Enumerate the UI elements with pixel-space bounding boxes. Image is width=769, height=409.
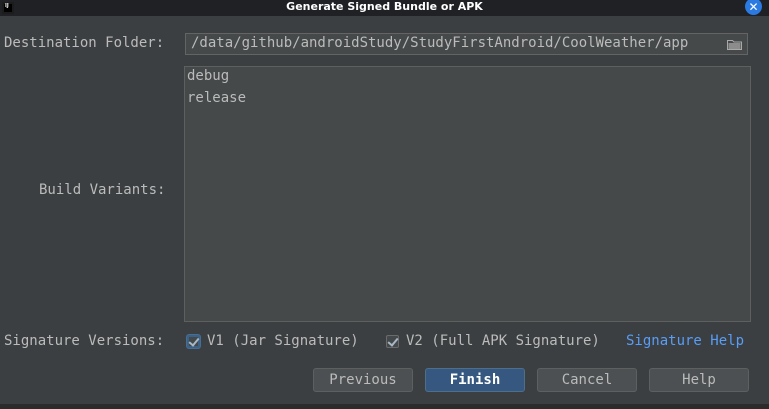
build-variants-list[interactable]: debug release xyxy=(184,66,751,322)
cancel-button[interactable]: Cancel xyxy=(537,368,637,392)
signature-versions-label: Signature Versions: xyxy=(4,333,165,349)
v2-signature-checkbox[interactable] xyxy=(386,334,399,348)
signature-help-link[interactable]: Signature Help xyxy=(626,333,744,349)
finish-button[interactable]: Finish xyxy=(425,368,525,392)
list-item-debug[interactable]: debug xyxy=(187,68,229,84)
previous-button[interactable]: Previous xyxy=(313,368,413,392)
v1-signature-checkbox[interactable] xyxy=(187,334,200,348)
destination-folder-field[interactable]: /data/github/androidStudy/StudyFirstAndr… xyxy=(185,33,748,55)
bottom-edge xyxy=(0,404,769,409)
build-variants-label: Build Variants: xyxy=(39,182,166,198)
destination-folder-label: Destination Folder: xyxy=(4,35,165,51)
v1-signature-label[interactable]: V1 (Jar Signature) xyxy=(207,333,359,349)
help-button[interactable]: Help xyxy=(649,368,749,392)
checkmark-icon xyxy=(386,334,399,347)
folder-icon[interactable] xyxy=(727,39,742,50)
list-item-release[interactable]: release xyxy=(187,90,246,106)
title-bar: IJ Generate Signed Bundle or APK ✕ xyxy=(0,0,769,16)
checkmark-icon xyxy=(187,334,200,347)
window-title: Generate Signed Bundle or APK xyxy=(286,0,483,13)
v2-signature-label[interactable]: V2 (Full APK Signature) xyxy=(406,333,600,349)
destination-folder-value[interactable]: /data/github/androidStudy/StudyFirstAndr… xyxy=(191,35,688,51)
